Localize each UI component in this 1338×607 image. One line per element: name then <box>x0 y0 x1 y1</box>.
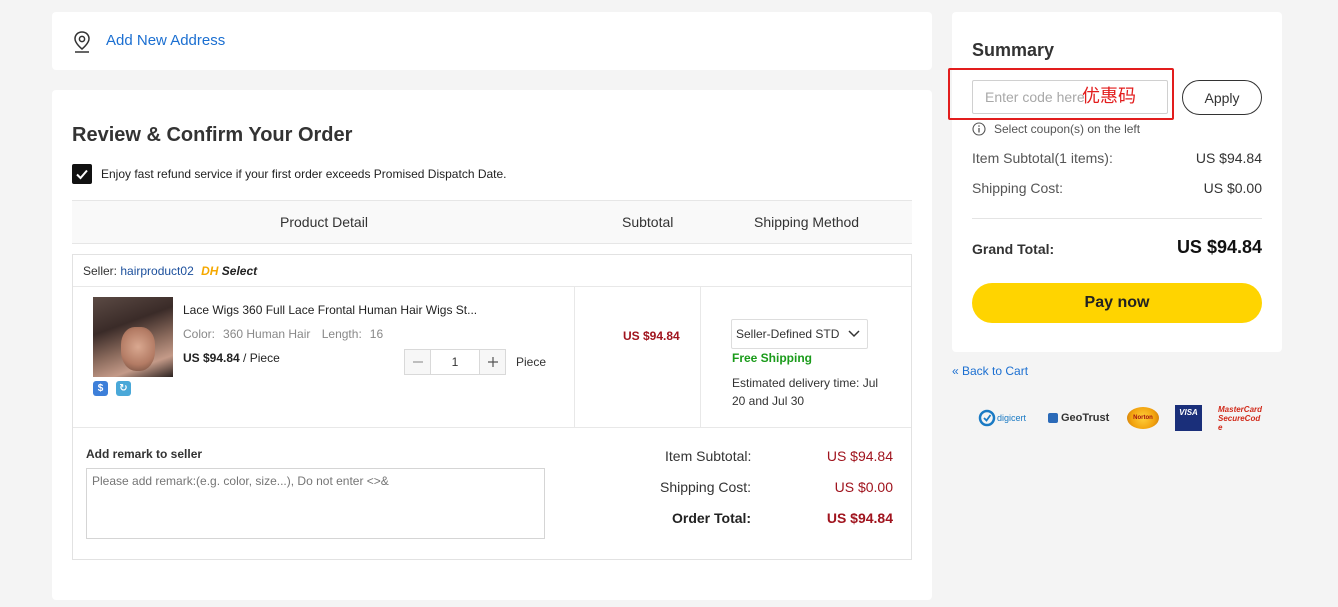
seller-label: Seller: <box>83 264 118 278</box>
payment-protection-icon: $ <box>93 381 108 396</box>
summary-card: Summary 优惠码 Apply Select coupon(s) on th… <box>948 12 1282 352</box>
product-title-link[interactable]: Lace Wigs 360 Full Lace Frontal Human Ha… <box>183 303 477 317</box>
remark-label: Add remark to seller <box>86 447 203 461</box>
plus-icon <box>487 357 498 367</box>
summary-item-subtotal: Item Subtotal(1 items): US $94.84 <box>972 150 1262 166</box>
fast-refund-option: Enjoy fast refund service if your first … <box>72 164 507 184</box>
shipping-method-select[interactable]: Seller-Defined STD <box>731 319 868 349</box>
minus-icon <box>412 361 423 363</box>
summary-item-subtotal-value: US $94.84 <box>1195 150 1262 166</box>
digicert-shield-icon <box>978 409 996 427</box>
column-divider <box>700 287 701 427</box>
header-shipping-method: Shipping Method <box>754 214 860 230</box>
coupon-hint: Select coupon(s) on the left <box>972 122 1140 136</box>
add-new-address-link[interactable]: Add New Address <box>106 32 225 49</box>
product-row: $ ↻ Lace Wigs 360 Full Lace Frontal Huma… <box>73 287 911 428</box>
header-subtotal: Subtotal <box>622 214 674 230</box>
summary-item-subtotal-label: Item Subtotal(1 items): <box>972 150 1113 166</box>
dh-badge-text: DH <box>201 264 219 278</box>
unit-price-value: US $94.84 <box>183 351 240 365</box>
coupon-code-input[interactable] <box>972 80 1168 114</box>
coupon-hint-text: Select coupon(s) on the left <box>994 122 1141 136</box>
summary-shipping-cost-label: Shipping Cost: <box>972 180 1064 196</box>
address-card: Add New Address <box>52 12 932 70</box>
order-total-label: Order Total: <box>672 510 752 526</box>
summary-shipping-cost: Shipping Cost: US $0.00 <box>972 180 1262 196</box>
chevron-down-icon <box>848 330 860 338</box>
summary-title: Summary <box>972 40 1055 60</box>
remark-textarea[interactable] <box>86 468 545 539</box>
grand-total-label: Grand Total: <box>972 241 1055 257</box>
geotrust-logo: GeoTrust <box>1048 406 1109 430</box>
free-shipping-label: Free Shipping <box>732 351 813 365</box>
mastercard-securecode-logo: MasterCard SecureCode <box>1218 404 1263 432</box>
quantity-stepper: 1 <box>404 349 506 375</box>
product-subtotal: US $94.84 <box>623 329 680 343</box>
back-to-cart-link[interactable]: « Back to Cart <box>952 364 1028 378</box>
unit-price-unit: / Piece <box>239 351 280 365</box>
visa-secure-logo: VISA <box>1175 405 1202 431</box>
annotation-label: 优惠码 <box>1082 86 1136 106</box>
dh-select-badge: DH Select <box>201 264 257 278</box>
fast-refund-label: Enjoy fast refund service if your first … <box>101 167 507 181</box>
fast-refund-checkbox[interactable] <box>72 164 92 184</box>
length-value: 16 <box>369 327 384 341</box>
grand-total-value: US $94.84 <box>1176 237 1262 257</box>
select-badge-text: Select <box>221 264 258 278</box>
location-pin-icon <box>74 31 90 53</box>
quantity-input[interactable]: 1 <box>430 350 480 374</box>
seller-name-link[interactable]: hairproduct02 <box>120 264 193 278</box>
seller-row: Seller: hairproduct02 DH Select <box>73 255 911 287</box>
unit-price: US $94.84 / Piece <box>183 351 280 365</box>
shipping-method-value: Seller-Defined STD <box>736 327 840 341</box>
color-label: Color: <box>183 327 216 341</box>
info-icon <box>972 122 986 136</box>
checkmark-icon <box>76 169 88 180</box>
order-review-card: Review & Confirm Your Order Enjoy fast r… <box>52 90 932 600</box>
page-title: Review & Confirm Your Order <box>72 124 353 146</box>
estimated-delivery: Estimated delivery time: Jul 20 and Jul … <box>732 376 879 408</box>
product-image[interactable] <box>93 297 173 377</box>
order-table-header: Product Detail Subtotal Shipping Method <box>72 200 912 244</box>
color-value: 360 Human Hair <box>223 327 311 341</box>
shipping-cost-value: US $0.00 <box>834 479 893 495</box>
quantity-unit: Piece <box>516 355 547 369</box>
shipping-cost-label: Shipping Cost: <box>660 479 752 495</box>
digicert-logo: digicert <box>978 406 1026 430</box>
column-divider <box>574 287 575 427</box>
order-total-value: US $94.84 <box>826 510 893 526</box>
product-attributes: Color: 360 Human Hair Length: 16 <box>183 327 391 341</box>
increase-quantity-button[interactable] <box>480 350 505 374</box>
norton-logo: Norton <box>1127 406 1159 430</box>
length-label: Length: <box>321 327 362 341</box>
decrease-quantity-button[interactable] <box>405 350 430 374</box>
item-subtotal-value: US $94.84 <box>826 448 893 464</box>
return-protection-icon: ↻ <box>116 381 131 396</box>
pay-now-button[interactable]: Pay now <box>972 283 1262 323</box>
summary-shipping-cost-value: US $0.00 <box>1203 180 1262 196</box>
apply-coupon-button[interactable]: Apply <box>1182 80 1262 115</box>
seller-order-box: Seller: hairproduct02 DH Select $ ↻ Lace… <box>72 254 912 560</box>
header-product-detail: Product Detail <box>280 214 368 230</box>
item-subtotal-label: Item Subtotal: <box>665 448 752 464</box>
summary-divider <box>972 218 1262 219</box>
